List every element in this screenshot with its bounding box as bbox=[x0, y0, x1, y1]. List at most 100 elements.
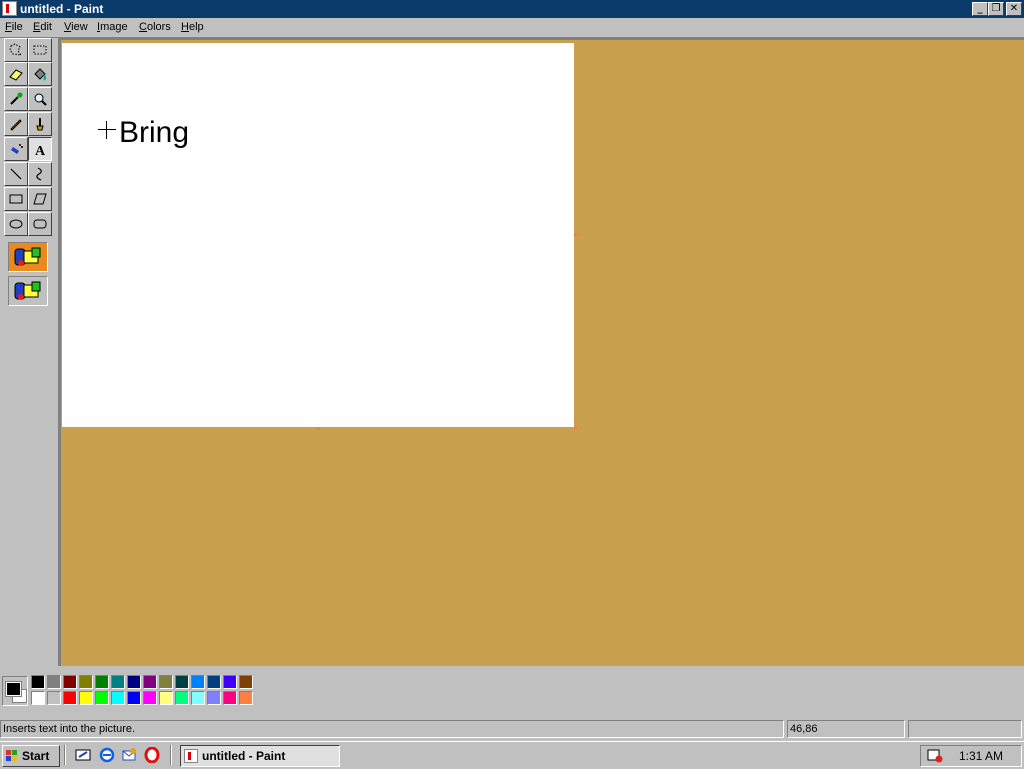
foreground-color-swatch bbox=[5, 681, 22, 697]
opaque-background-option[interactable] bbox=[8, 242, 48, 272]
tool-brush[interactable] bbox=[28, 112, 52, 136]
current-colors bbox=[2, 676, 28, 706]
color-swatch[interactable] bbox=[127, 675, 141, 689]
task-label: untitled - Paint bbox=[202, 749, 286, 763]
tool-line[interactable] bbox=[4, 162, 28, 186]
windows-logo-icon bbox=[6, 750, 17, 761]
resize-handle-corner[interactable] bbox=[574, 427, 577, 430]
tool-fill[interactable] bbox=[28, 62, 52, 86]
color-swatch[interactable] bbox=[31, 691, 45, 705]
tool-polygon[interactable] bbox=[28, 187, 52, 211]
transparent-shapes-icon bbox=[14, 281, 41, 300]
tool-pencil[interactable] bbox=[4, 112, 28, 136]
status-size bbox=[908, 720, 1022, 738]
color-swatch[interactable] bbox=[31, 675, 45, 689]
menu-bar: File Edit View Image Colors Help bbox=[0, 18, 1024, 38]
fill-bucket-icon bbox=[34, 68, 46, 81]
magnifier-icon bbox=[34, 93, 47, 106]
title-bar: untitled - Paint _ ❐ ✕ bbox=[0, 0, 1024, 18]
color-swatch[interactable] bbox=[239, 691, 253, 705]
color-swatch[interactable] bbox=[175, 675, 189, 689]
opaque-shapes-icon bbox=[14, 247, 41, 266]
color-swatch[interactable] bbox=[159, 691, 173, 705]
tool-select[interactable] bbox=[28, 38, 52, 62]
color-swatch[interactable] bbox=[191, 675, 205, 689]
menu-view[interactable]: View bbox=[64, 21, 88, 33]
color-swatch[interactable] bbox=[207, 691, 221, 705]
menu-help[interactable]: Help bbox=[181, 21, 204, 33]
color-swatch[interactable] bbox=[47, 675, 61, 689]
tool-ellipse[interactable] bbox=[4, 212, 28, 236]
color-swatch[interactable] bbox=[175, 691, 189, 705]
color-swatch[interactable] bbox=[47, 691, 61, 705]
color-swatch[interactable] bbox=[95, 675, 109, 689]
tool-pick-color[interactable] bbox=[4, 87, 28, 111]
start-button[interactable]: Start bbox=[2, 745, 60, 767]
menu-file[interactable]: File bbox=[5, 21, 23, 33]
line-icon bbox=[10, 168, 22, 180]
minimize-button[interactable]: _ bbox=[972, 2, 988, 16]
system-tray: 1:31 AM bbox=[920, 745, 1022, 767]
curve-icon bbox=[36, 167, 42, 181]
restore-button[interactable]: ❐ bbox=[988, 2, 1004, 16]
outlook-express-icon[interactable] bbox=[121, 747, 137, 763]
scheduler-icon[interactable] bbox=[927, 749, 943, 763]
clock[interactable]: 1:31 AM bbox=[959, 746, 1003, 766]
color-swatch[interactable] bbox=[63, 675, 77, 689]
task-paint-button[interactable]: untitled - Paint bbox=[180, 745, 340, 767]
tool-box: A bbox=[0, 38, 59, 666]
status-coordinates: 46,86 bbox=[787, 720, 905, 738]
tool-rectangle[interactable] bbox=[4, 187, 28, 211]
color-swatch[interactable] bbox=[95, 691, 109, 705]
internet-explorer-icon[interactable] bbox=[99, 747, 115, 763]
opera-icon[interactable] bbox=[144, 747, 160, 763]
tool-rounded-rectangle[interactable] bbox=[28, 212, 52, 236]
color-swatch[interactable] bbox=[223, 675, 237, 689]
taskbar-separator bbox=[64, 745, 66, 765]
menu-image[interactable]: Image bbox=[97, 21, 128, 33]
crosshair-cursor-icon bbox=[98, 121, 116, 139]
menu-edit[interactable]: Edit bbox=[33, 21, 52, 33]
paint-app-icon[interactable] bbox=[2, 1, 17, 16]
color-swatch[interactable] bbox=[79, 675, 93, 689]
color-swatch[interactable] bbox=[63, 691, 77, 705]
text-icon: A bbox=[35, 144, 46, 157]
pencil-icon bbox=[10, 119, 22, 131]
show-desktop-icon[interactable] bbox=[75, 747, 91, 763]
color-swatch[interactable] bbox=[111, 675, 125, 689]
window-title: untitled - Paint bbox=[20, 2, 104, 16]
color-swatch[interactable] bbox=[239, 675, 253, 689]
color-swatch[interactable] bbox=[79, 691, 93, 705]
color-swatch[interactable] bbox=[143, 675, 157, 689]
canvas-text: Bring bbox=[119, 116, 190, 149]
resize-handle-right[interactable] bbox=[574, 233, 577, 236]
tool-free-form-select[interactable] bbox=[4, 38, 28, 62]
status-bar: Inserts text into the picture. 46,86 bbox=[0, 718, 1024, 740]
tool-airbrush[interactable] bbox=[4, 137, 28, 161]
ellipse-icon bbox=[9, 219, 23, 229]
menu-colors[interactable]: Colors bbox=[139, 21, 171, 33]
color-swatch[interactable] bbox=[111, 691, 125, 705]
tool-text[interactable]: A bbox=[28, 137, 52, 161]
svg-text:A: A bbox=[35, 144, 46, 157]
color-swatch[interactable] bbox=[191, 691, 205, 705]
brush-icon bbox=[36, 118, 44, 131]
color-swatch[interactable] bbox=[143, 691, 157, 705]
taskbar-separator bbox=[170, 745, 172, 765]
resize-handle-bottom[interactable] bbox=[317, 427, 320, 430]
status-message: Inserts text into the picture. bbox=[0, 720, 784, 738]
close-button[interactable]: ✕ bbox=[1006, 2, 1022, 16]
color-swatch[interactable] bbox=[223, 691, 237, 705]
free-form-select-icon bbox=[9, 43, 23, 56]
drawing-canvas[interactable]: Bring bbox=[62, 43, 574, 427]
color-swatch[interactable] bbox=[127, 691, 141, 705]
taskbar: Start untitled - Paint 1:31 AM bbox=[0, 741, 1024, 769]
color-swatch[interactable] bbox=[207, 675, 221, 689]
start-label: Start bbox=[22, 749, 50, 763]
transparent-background-option[interactable] bbox=[8, 276, 48, 306]
tool-magnifier[interactable] bbox=[28, 87, 52, 111]
paint-task-icon bbox=[184, 749, 198, 763]
color-swatch[interactable] bbox=[159, 675, 173, 689]
tool-curve[interactable] bbox=[28, 162, 52, 186]
tool-eraser[interactable] bbox=[4, 62, 28, 86]
